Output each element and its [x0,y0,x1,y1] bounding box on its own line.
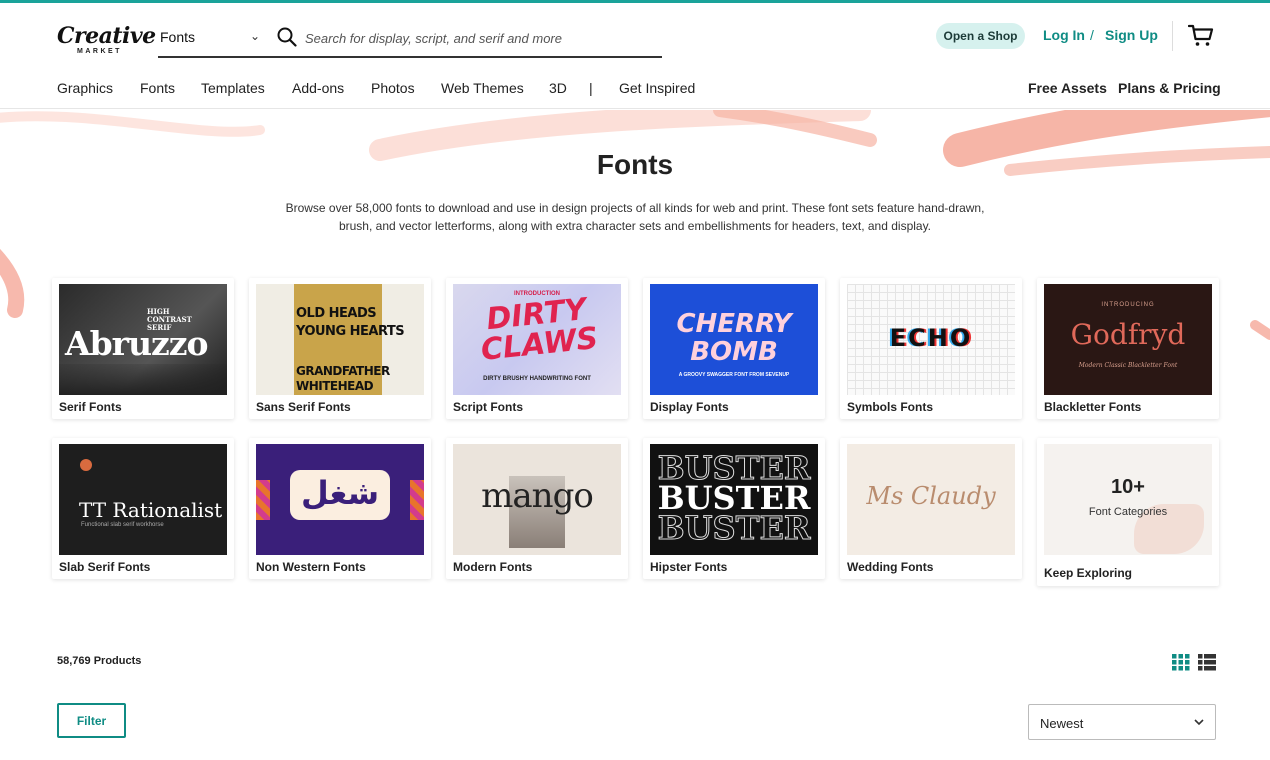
thumb-font-sample: mango [481,476,594,516]
thumb-font-sample-3: GRANDFATHER [296,364,390,378]
thumb-count: 10+ [1111,476,1145,498]
site-header: Creative MARKET Fonts ⌄ Open a Shop Log … [0,3,1270,109]
thumb-font-sample: DIRTY CLAWS [479,291,600,368]
signup-link[interactable]: Sign Up [1105,27,1158,43]
category-label: Modern Fonts [453,560,533,574]
category-label: Hipster Fonts [650,560,728,574]
category-card-modern[interactable]: mango Modern Fonts [446,438,628,579]
category-label: Script Fonts [453,400,524,414]
thumb-font-sample: OLD HEADS [296,306,377,321]
nav-add-ons[interactable]: Add-ons [292,80,344,96]
category-thumbnail: TT Rationalist Functional slab serif wor… [59,444,227,555]
category-card-non-western[interactable]: شغل Non Western Fonts [249,438,431,579]
main-nav: Graphics Fonts Templates Add-ons Photos … [0,80,1270,102]
category-label: Keep Exploring [1044,566,1133,580]
cart-icon[interactable] [1188,24,1214,48]
header-divider [1172,21,1173,51]
page-title: Fonts [596,149,674,180]
login-link[interactable]: Log In [1043,27,1085,43]
auth-separator: / [1090,27,1094,43]
open-shop-button[interactable]: Open a Shop [936,23,1025,49]
nav-free-assets[interactable]: Free Assets [1028,80,1107,96]
category-thumbnail: CHERRY BOMB A GROOVY SWAGGER FONT FROM S… [650,284,818,395]
search-category-select[interactable]: Fonts [160,29,195,45]
search-icon[interactable] [277,27,297,47]
search-input[interactable] [305,27,655,49]
category-card-sans-serif[interactable]: OLD HEADS YOUNG HEARTS GRANDFATHER WHITE… [249,278,431,419]
search-bar: Fonts ⌄ [158,21,662,58]
category-thumbnail: 10+ Font Categories [1044,444,1212,555]
thumb-font-sample-4: WHITEHEAD [296,379,374,393]
nav-3d[interactable]: 3D [549,80,567,96]
category-thumbnail: OLD HEADS YOUNG HEARTS GRANDFATHER WHITE… [256,284,424,395]
category-label: Display Fonts [650,400,729,414]
thumb-caption-2: DIRTY BRUSHY HANDWRITING FONT [483,376,591,382]
page-description: Browse over 58,000 fonts to download and… [285,201,985,233]
category-label: Serif Fonts [59,400,122,414]
thumb-pattern-left [256,480,270,520]
category-thumbnail: INTRODUCING Godfryd Modern Classic Black… [1044,284,1212,395]
category-card-slab-serif[interactable]: TT Rationalist Functional slab serif wor… [52,438,234,579]
category-card-symbols[interactable]: ECHO Symbols Fonts [840,278,1022,419]
category-card-blackletter[interactable]: INTRODUCING Godfryd Modern Classic Black… [1037,278,1219,419]
category-thumbnail: HIGH CONTRAST SERIF Abruzzo [59,284,227,395]
nav-get-inspired[interactable]: Get Inspired [619,80,695,96]
thumb-font-sample: TT Rationalist [79,498,223,522]
creative-market-logo[interactable]: Creative MARKET [57,23,156,55]
sort-selected-value: Newest [1040,716,1084,731]
thumb-dot [80,459,92,471]
list-view-icon[interactable] [1198,653,1216,671]
category-thumbnail: INTRODUCTION DIRTY CLAWS DIRTY BRUSHY HA… [453,284,621,395]
category-label: Blackletter Fonts [1044,400,1142,414]
nav-fonts[interactable]: Fonts [140,80,175,96]
category-card-hipster[interactable]: BUSTER BUSTER BUSTER Hipster Fonts [643,438,825,579]
thumb-caption-2: Modern Classic Blackletter Font [1078,362,1178,369]
nav-plans-pricing[interactable]: Plans & Pricing [1118,80,1221,96]
category-card-display[interactable]: CHERRY BOMB A GROOVY SWAGGER FONT FROM S… [643,278,825,419]
thumb-pattern-right [410,480,424,520]
thumb-font-sample: Godfryd [1070,318,1186,351]
thumb-font-sample: CHERRY BOMB [676,309,792,367]
thumb-font-sample: Ms Claudy [866,482,996,510]
thumb-font-sample-2: YOUNG HEARTS [296,324,405,339]
category-thumbnail: BUSTER BUSTER BUSTER [650,444,818,555]
thumb-caption: Functional slab serif workhorse [81,522,164,528]
chevron-down-icon [1194,719,1204,726]
category-thumbnail: شغل [256,444,424,555]
logo-subtitle: MARKET [77,48,122,55]
thumb-shadow [59,364,227,395]
category-label: Sans Serif Fonts [256,400,351,414]
thumb-font-sample: ECHO [889,324,973,352]
category-thumbnail: mango [453,444,621,555]
category-card-wedding[interactable]: Ms Claudy Wedding Fonts [840,438,1022,579]
thumb-font-sample: Abruzzo [65,324,209,363]
nav-photos[interactable]: Photos [371,80,415,96]
category-card-script[interactable]: INTRODUCTION DIRTY CLAWS DIRTY BRUSHY HA… [446,278,628,419]
category-label: Slab Serif Fonts [59,560,151,574]
filter-button[interactable]: Filter [57,703,126,738]
sort-select[interactable]: Newest [1028,704,1216,740]
category-card-serif[interactable]: HIGH CONTRAST SERIF Abruzzo Serif Fonts [52,278,234,419]
thumb-font-sample: شغل [300,474,380,512]
thumb-font-sample-outline-bottom: BUSTER [657,509,811,547]
thumb-caption: A GROOVY SWAGGER FONT FROM SEVENUP [678,372,790,378]
category-label: Non Western Fonts [256,560,366,574]
nav-templates[interactable]: Templates [201,80,265,96]
product-count: 58,769 Products [57,655,142,667]
nav-separator: | [589,80,593,96]
grid-view-icon[interactable] [1172,653,1190,671]
thumb-caption: Font Categories [1088,506,1168,518]
category-label: Wedding Fonts [847,560,934,574]
nav-graphics[interactable]: Graphics [57,80,113,96]
category-thumbnail: Ms Claudy [847,444,1015,555]
logo-wordmark: Creative [57,23,156,49]
chevron-down-icon[interactable]: ⌄ [250,29,260,43]
thumb-caption: INTRODUCING [1101,302,1155,308]
category-card-keep-exploring[interactable]: 10+ Font Categories Keep Exploring [1037,438,1219,586]
nav-web-themes[interactable]: Web Themes [441,80,524,96]
category-thumbnail: ECHO [847,284,1015,395]
category-label: Symbols Fonts [847,400,934,414]
